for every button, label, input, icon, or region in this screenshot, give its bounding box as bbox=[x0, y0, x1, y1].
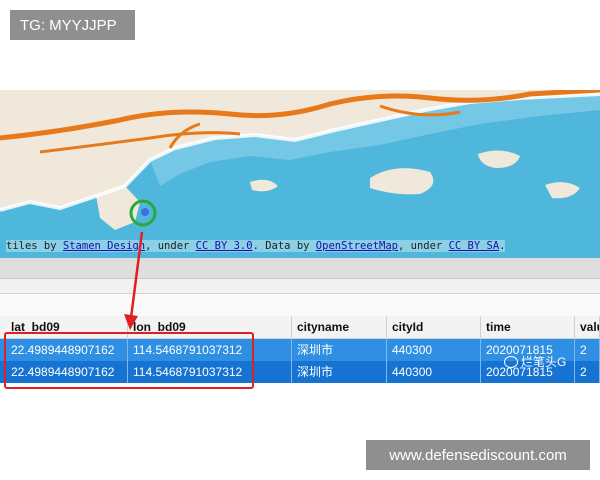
cell-cityid: 440300 bbox=[387, 361, 481, 383]
attribution-mid1: , under bbox=[145, 240, 196, 252]
output-divider-bar bbox=[0, 258, 600, 279]
attribution-mid3: , under bbox=[397, 240, 449, 252]
cc-by-sa-link[interactable]: CC BY SA bbox=[449, 240, 500, 252]
map-view[interactable]: tiles by Stamen Design, under CC BY 3.0.… bbox=[0, 90, 600, 258]
column-header-cityname[interactable]: cityname bbox=[292, 316, 387, 338]
output-spacer bbox=[0, 279, 600, 294]
map-tiles bbox=[0, 90, 600, 258]
wechat-watermark: 烂笔头G bbox=[504, 353, 566, 370]
tg-watermark-text: TG: MYYJJPP bbox=[20, 16, 117, 34]
site-watermark-text: www.defensediscount.com bbox=[389, 446, 567, 464]
site-watermark: www.defensediscount.com bbox=[366, 440, 590, 470]
cell-value: 2 bbox=[575, 361, 600, 383]
stamen-design-link[interactable]: Stamen Design bbox=[63, 240, 145, 252]
wechat-icon bbox=[504, 355, 518, 368]
table-toolbar bbox=[0, 294, 600, 317]
wechat-watermark-text: 烂笔头G bbox=[521, 355, 567, 369]
cell-cityid: 440300 bbox=[387, 339, 481, 361]
highlight-box bbox=[4, 332, 254, 389]
tg-watermark-badge: TG: MYYJJPP bbox=[10, 10, 135, 40]
attribution-prefix: tiles by bbox=[6, 240, 63, 252]
cc-by-link[interactable]: CC BY 3.0 bbox=[196, 240, 253, 252]
cell-cityname: 深圳市 bbox=[292, 339, 387, 361]
openstreetmap-link[interactable]: OpenStreetMap bbox=[316, 240, 398, 252]
cell-cityname: 深圳市 bbox=[292, 361, 387, 383]
cell-value: 2 bbox=[575, 339, 600, 361]
attribution-suffix: . bbox=[499, 240, 506, 252]
attribution-mid2: . Data by bbox=[252, 240, 316, 252]
column-header-value[interactable]: valu bbox=[575, 316, 600, 338]
column-header-time[interactable]: time bbox=[481, 316, 575, 338]
column-header-cityid[interactable]: cityId bbox=[387, 316, 481, 338]
map-attribution: tiles by Stamen Design, under CC BY 3.0.… bbox=[6, 240, 506, 252]
